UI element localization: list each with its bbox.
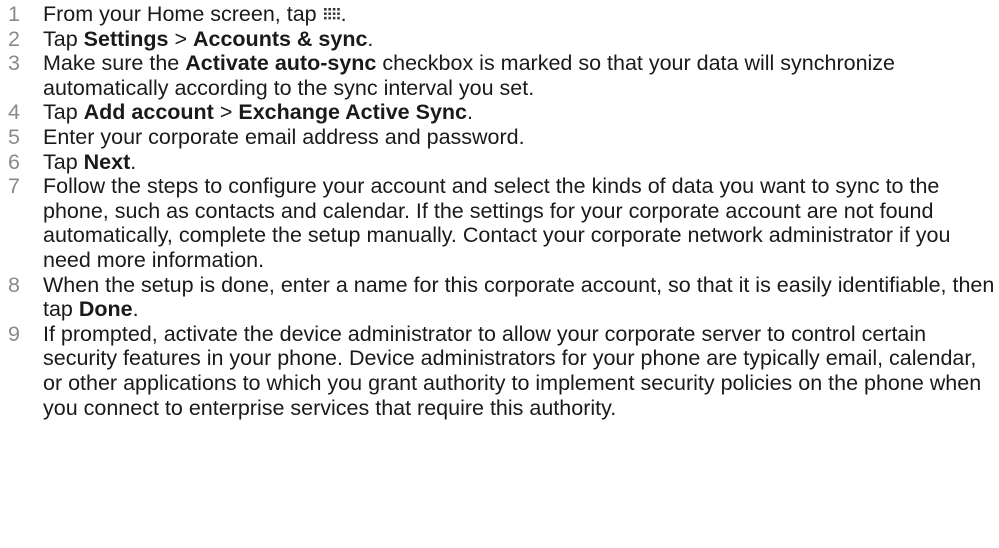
step-text-run: . xyxy=(130,149,137,174)
ui-element-label: Accounts & sync xyxy=(192,26,368,51)
step-text: Tap Add account > Exchange Active Sync. xyxy=(32,100,999,125)
step-item: 3 Make sure the Activate auto-sync checkb… xyxy=(0,51,999,100)
ui-element-label: Done xyxy=(78,297,133,322)
step-number: 6 xyxy=(8,149,20,174)
step-number: 1 xyxy=(8,2,20,26)
step-text-run: Tap xyxy=(43,26,84,51)
step-text-run: Follow the steps to configure your accou… xyxy=(43,174,951,272)
step-number: 2 xyxy=(8,26,20,51)
instruction-steps-list: 1 From your Home screen, tap . 2 Tap Settin… xyxy=(0,2,999,420)
step-item: 9 If prompted, activate the device admini… xyxy=(0,322,999,420)
step-number: 8 xyxy=(8,272,20,297)
step-text-run: Enter your corporate email address and p… xyxy=(43,124,525,149)
apps-grid-icon xyxy=(323,8,340,20)
step-item: 1 From your Home screen, tap . xyxy=(0,2,999,27)
step-number: 7 xyxy=(8,174,20,199)
step-item: 2 Tap Settings > Accounts & sync. xyxy=(0,27,999,52)
step-number: 4 xyxy=(8,100,20,125)
ui-element-label: Settings xyxy=(83,26,169,51)
step-number: 5 xyxy=(8,124,20,149)
step-text-run: . xyxy=(467,100,473,125)
ui-element-label: Add account xyxy=(83,100,214,125)
step-text-run: . xyxy=(367,26,374,51)
step-number: 3 xyxy=(8,51,20,76)
step-item: 8 When the setup is done, enter a name fo… xyxy=(0,273,999,322)
step-text-run: If prompted, activate the device adminis… xyxy=(43,321,982,420)
step-text-run: Tap xyxy=(43,149,84,174)
step-text: From your Home screen, tap . xyxy=(32,2,999,27)
step-number: 9 xyxy=(8,321,20,346)
step-text-run: > xyxy=(213,100,239,125)
step-text: If prompted, activate the device adminis… xyxy=(32,322,999,420)
step-text-run: When the setup is done, enter a name for… xyxy=(43,272,995,322)
step-text: Make sure the Activate auto-sync checkbo… xyxy=(32,51,999,100)
step-text-run: . xyxy=(132,297,139,322)
step-text-run: > xyxy=(168,26,193,51)
step-item: 7 Follow the steps to configure your acco… xyxy=(0,174,999,272)
step-item: 6 Tap Next. xyxy=(0,150,999,175)
step-item: 4 Tap Add account > Exchange Active Sync. xyxy=(0,100,999,125)
step-text: Tap Settings > Accounts & sync. xyxy=(32,27,999,52)
step-text: Follow the steps to configure your accou… xyxy=(32,174,999,272)
step-item: 5 Enter your corporate email address and … xyxy=(0,125,999,150)
ui-element-label: Activate auto-sync xyxy=(185,51,377,76)
step-text-run: Make sure the xyxy=(43,51,186,76)
ui-element-label: Exchange Active Sync xyxy=(238,100,467,125)
step-text: Enter your corporate email address and p… xyxy=(32,125,999,150)
step-text: Tap Next. xyxy=(32,150,999,175)
step-text-run: From your Home screen, tap xyxy=(43,2,323,26)
ui-element-label: Next xyxy=(83,149,131,174)
step-text: When the setup is done, enter a name for… xyxy=(32,273,999,322)
step-text-run: Tap xyxy=(43,100,84,125)
step-text-run: . xyxy=(340,2,347,26)
